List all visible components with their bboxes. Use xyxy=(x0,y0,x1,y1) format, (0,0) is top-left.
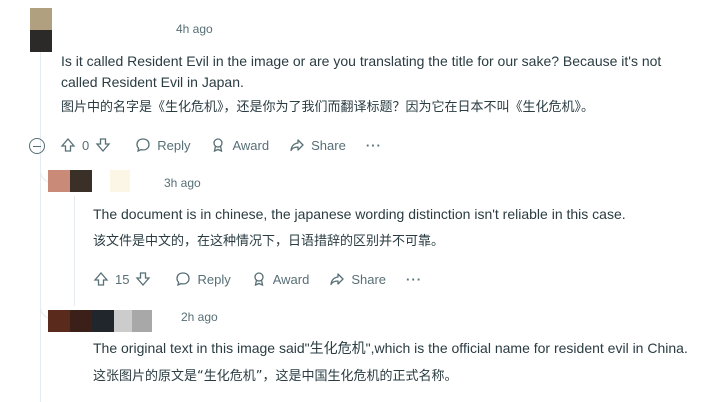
comment-timestamp: 3h ago xyxy=(164,176,201,190)
avatar-tile xyxy=(48,310,70,332)
comment-text: The original text in this image said"生化危… xyxy=(93,340,688,356)
comment-text: The document is in chinese, the japanese… xyxy=(93,206,626,222)
avatar-tile xyxy=(92,310,114,332)
avatar-tile xyxy=(30,8,52,30)
avatar[interactable] xyxy=(48,310,152,332)
reply-button[interactable]: Reply xyxy=(135,137,190,153)
comment-translation: 这张图片的原文是“生化危机”，这是中国生化危机的正式名称。 xyxy=(93,369,458,384)
avatar-tile xyxy=(30,30,52,52)
share-button[interactable]: Share xyxy=(329,271,386,287)
avatar-tile xyxy=(114,310,132,332)
award-button[interactable]: Award xyxy=(210,137,269,153)
avatar-tile xyxy=(110,170,130,192)
thread-line-reply xyxy=(74,196,75,306)
vote-controls: 0 xyxy=(60,137,111,153)
share-label: Share xyxy=(351,271,387,287)
more-options-button[interactable]: ··· xyxy=(406,272,422,287)
reply-icon xyxy=(136,138,150,153)
downvote-icon[interactable] xyxy=(95,137,111,153)
award-label: Award xyxy=(232,137,270,153)
award-label: Award xyxy=(272,271,310,287)
award-icon xyxy=(254,272,264,287)
comment-translation: 图片中的名字是《生化危机》，还是你为了我们而翻译标题？因为它在日本不叫《生化危机… xyxy=(61,100,595,115)
vote-count: 15 xyxy=(115,271,130,287)
avatar-tile xyxy=(48,170,70,192)
reply-label: Reply xyxy=(197,271,231,287)
award-icon xyxy=(213,138,224,153)
collapse-thread-button[interactable] xyxy=(29,138,45,154)
share-button[interactable]: Share xyxy=(289,137,346,153)
comment-translation: 该文件是中文的，在这种情况下，日语措辞的区别并不可靠。 xyxy=(93,234,445,249)
share-icon xyxy=(290,139,304,152)
reply-label: Reply xyxy=(157,137,191,153)
reply-button[interactable]: Reply xyxy=(175,271,231,287)
vote-count: 0 xyxy=(82,137,90,153)
avatar-tile xyxy=(70,310,92,332)
avatar-tile xyxy=(132,310,152,332)
reply-icon xyxy=(176,272,191,287)
comment-actions: 15 Reply Award Share ··· xyxy=(93,271,442,287)
avatar[interactable] xyxy=(30,8,52,52)
comment-actions: 0 Reply Award Share ··· xyxy=(60,137,402,153)
more-options-button[interactable]: ··· xyxy=(366,138,382,153)
upvote-icon[interactable] xyxy=(93,271,109,287)
avatar-tile xyxy=(70,170,92,192)
comment-text: Is it called Resident Evil in the image … xyxy=(61,53,662,90)
downvote-icon[interactable] xyxy=(135,271,151,287)
share-icon xyxy=(330,273,344,286)
upvote-icon[interactable] xyxy=(60,137,76,153)
award-button[interactable]: Award xyxy=(251,271,310,287)
thread-line-root xyxy=(40,50,41,402)
vote-controls: 15 xyxy=(93,271,151,287)
comment-timestamp: 2h ago xyxy=(181,310,218,324)
comment-timestamp: 4h ago xyxy=(176,22,213,36)
share-label: Share xyxy=(311,137,346,153)
avatar[interactable] xyxy=(48,170,130,192)
avatar-tile xyxy=(92,170,110,192)
